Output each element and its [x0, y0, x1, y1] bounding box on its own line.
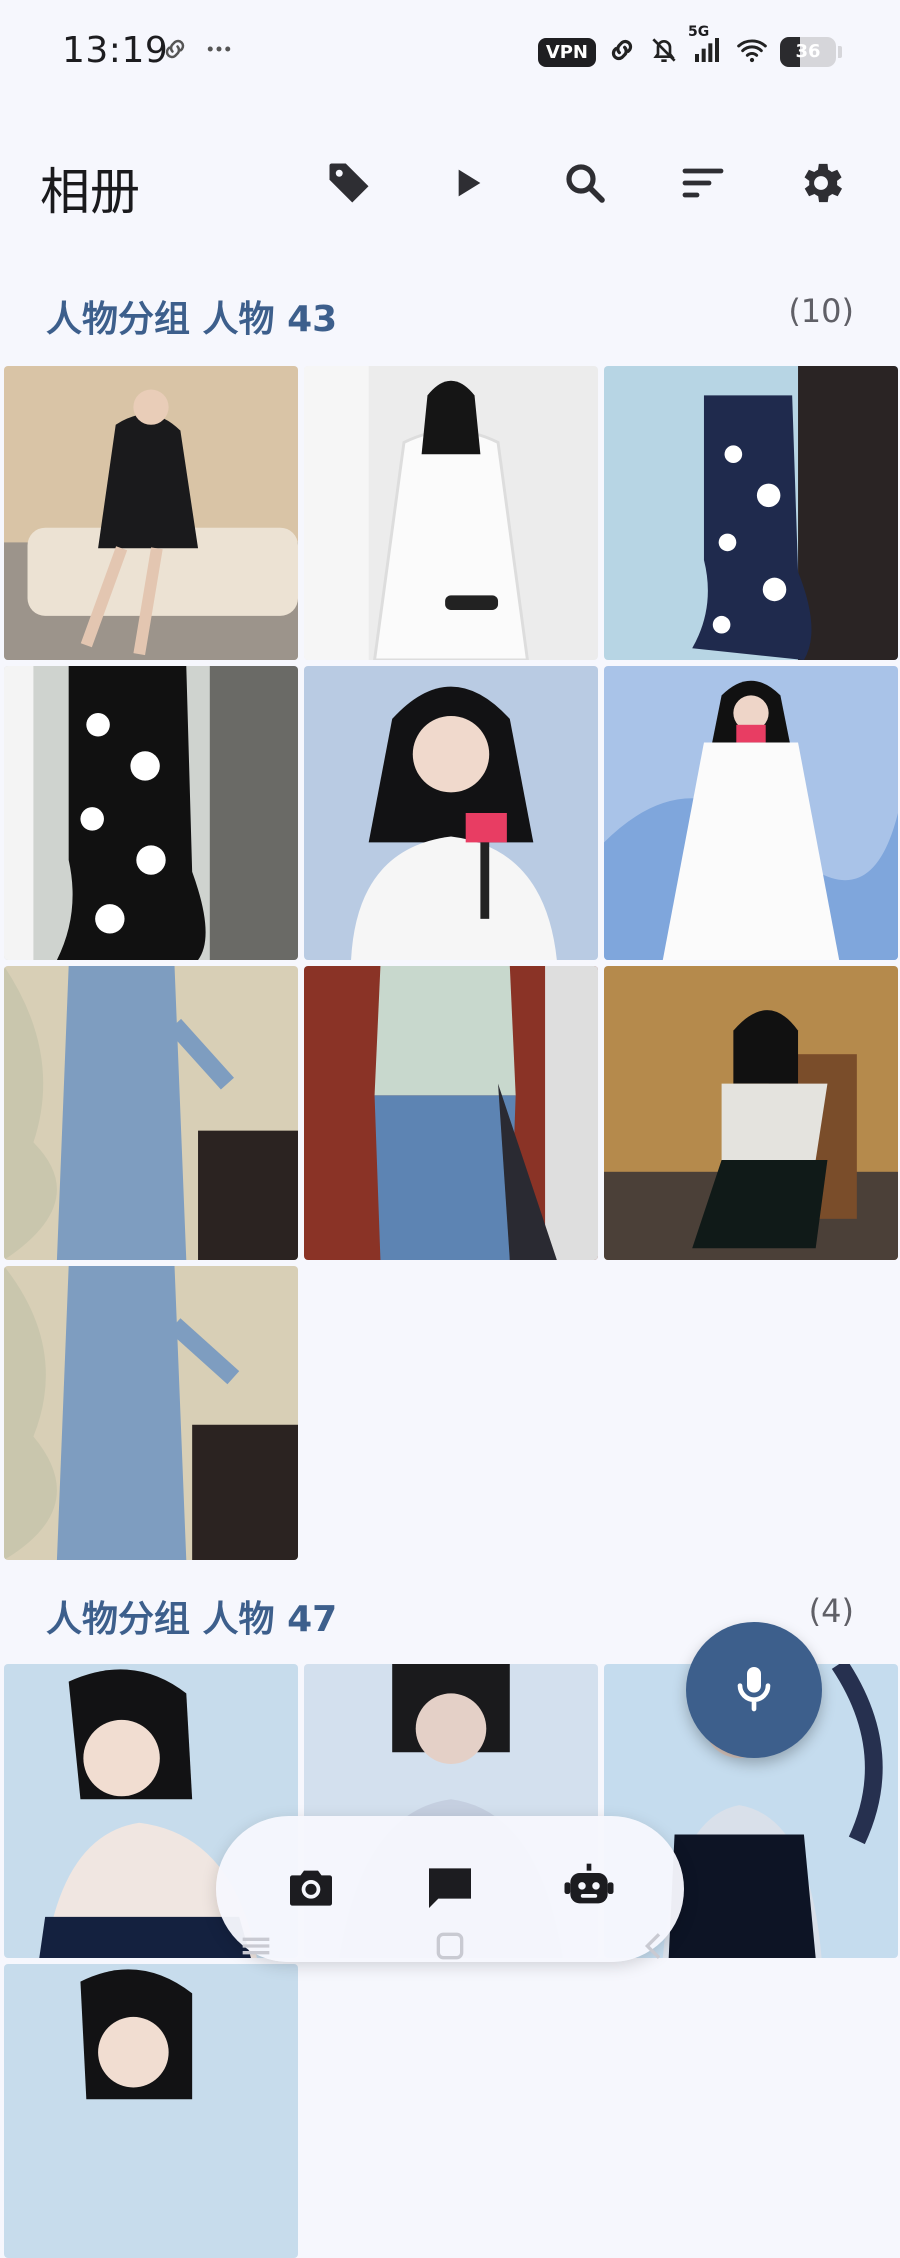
search-button[interactable]	[526, 152, 644, 218]
section-header[interactable]: 人物分组 人物 43 (10)	[0, 278, 900, 348]
nav-home-icon[interactable]	[430, 1926, 470, 1966]
chat-icon	[422, 1859, 478, 1919]
robot-icon	[561, 1859, 617, 1919]
nav-back-icon[interactable]	[634, 1926, 674, 1966]
camera-button[interactable]	[276, 1854, 346, 1924]
network-label: 5G	[688, 24, 710, 40]
photo-thumbnail[interactable]	[4, 966, 298, 1260]
section-count: (4)	[808, 1592, 854, 1630]
photo-thumbnail[interactable]	[304, 966, 598, 1260]
search-icon	[561, 159, 609, 211]
chat-button[interactable]	[415, 1854, 485, 1924]
status-bar: 13:19 VPN 5G 36	[0, 0, 900, 110]
play-button[interactable]	[408, 152, 526, 218]
camera-icon	[283, 1859, 339, 1919]
page-title: 相册	[40, 163, 140, 221]
battery-indicator: 36	[780, 37, 836, 67]
app-bar: 相册	[0, 130, 900, 240]
tag-button[interactable]	[290, 152, 408, 218]
photo-thumbnail[interactable]	[4, 1964, 298, 2258]
photo-grid	[4, 366, 898, 1560]
toolbar-actions	[290, 152, 880, 218]
link-icon	[606, 34, 638, 70]
sort-button[interactable]	[644, 152, 762, 218]
microphone-icon	[726, 1660, 782, 1720]
wifi-icon	[734, 34, 770, 70]
photo-thumbnail[interactable]	[4, 1266, 298, 1560]
battery-level: 36	[795, 41, 821, 62]
photo-thumbnail[interactable]	[604, 666, 898, 960]
photo-thumbnail[interactable]	[304, 666, 598, 960]
mute-bell-icon	[648, 34, 680, 70]
photo-thumbnail[interactable]	[4, 666, 298, 960]
signal-icon: 5G	[688, 24, 724, 70]
settings-button[interactable]	[762, 152, 880, 218]
nav-menu-icon[interactable]	[236, 1926, 276, 1966]
photo-thumbnail[interactable]	[4, 366, 298, 660]
status-right-icons: VPN 5G 36	[537, 24, 842, 70]
sort-icon	[679, 159, 727, 211]
photo-thumbnail[interactable]	[604, 966, 898, 1260]
play-icon	[447, 163, 487, 207]
more-icon	[204, 34, 234, 68]
section-count: (10)	[788, 292, 854, 330]
voice-search-button[interactable]	[686, 1622, 822, 1758]
settings-icon	[795, 157, 847, 213]
photo-thumbnail[interactable]	[604, 366, 898, 660]
section-title: 人物分组 人物 43	[46, 299, 338, 340]
tag-icon	[323, 157, 375, 213]
link-icon	[160, 34, 190, 68]
status-left-icons	[160, 34, 234, 68]
assistant-button[interactable]	[554, 1854, 624, 1924]
status-time: 13:19	[62, 30, 169, 71]
photo-thumbnail[interactable]	[304, 366, 598, 660]
section-title: 人物分组 人物 47	[46, 1599, 338, 1640]
vpn-badge: VPN	[537, 37, 596, 67]
